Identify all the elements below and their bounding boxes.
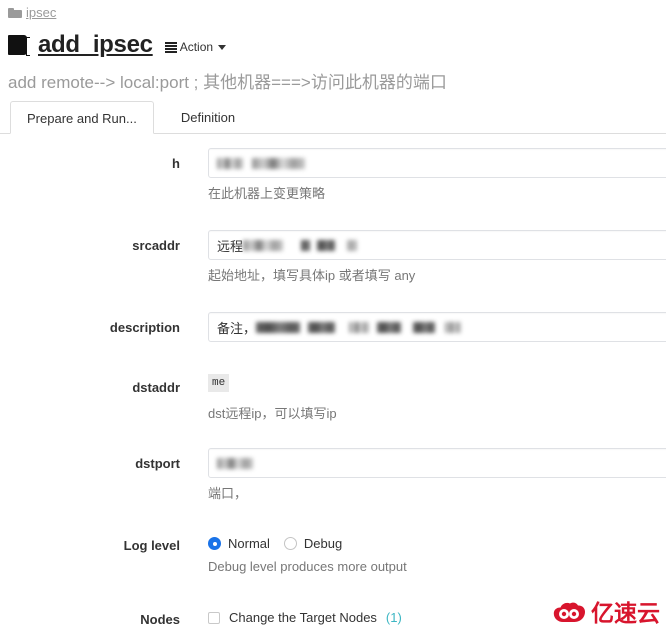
form-row-srcaddr: srcaddr 远程 起始地址，填写具体ip 或者填写 any xyxy=(0,230,666,284)
field-value-description: 备注， xyxy=(217,320,257,336)
radio-indicator-debug[interactable] xyxy=(283,537,297,550)
form-row-dstport: dstport 端口， xyxy=(0,448,666,502)
field-help-srcaddr: 起始地址，填写具体ip 或者填写 any xyxy=(208,268,416,283)
field-input-h[interactable] xyxy=(208,148,666,178)
book-icon xyxy=(8,34,30,56)
field-input-dstport[interactable] xyxy=(208,448,666,478)
chevron-down-icon xyxy=(218,44,227,50)
tab-bar: Prepare and Run... Definition xyxy=(0,101,666,134)
radio-indicator-normal[interactable] xyxy=(208,537,221,550)
action-menu-button[interactable]: Action xyxy=(164,40,227,54)
field-input-description[interactable]: 备注， xyxy=(208,312,666,342)
tab-prepare-and-run[interactable]: Prepare and Run... xyxy=(10,101,154,134)
tab-definition[interactable]: Definition xyxy=(164,100,252,133)
field-label-log-level: Log level xyxy=(123,538,180,553)
field-help-dstport: 端口， xyxy=(208,486,248,501)
field-label-dstport: dstport xyxy=(135,456,180,471)
field-label-srcaddr: srcaddr xyxy=(132,238,180,253)
cloud-logo-icon xyxy=(553,601,587,625)
field-label-nodes: Nodes xyxy=(140,612,180,627)
page-title: add_ipsec xyxy=(38,31,153,58)
field-help-log-level: Debug level produces more output xyxy=(208,559,407,574)
field-help-h: 在此机器上变更策略 xyxy=(208,186,326,201)
target-nodes-count[interactable]: (1) xyxy=(386,610,402,625)
field-label-dstaddr: dstaddr xyxy=(132,380,180,395)
field-value-dstaddr: me xyxy=(208,374,230,392)
field-label-h: h xyxy=(172,156,180,171)
list-icon xyxy=(164,41,177,53)
radio-option-debug[interactable]: Debug xyxy=(283,536,343,551)
field-value-srcaddr: 远程 xyxy=(217,238,244,254)
breadcrumb-link-ipsec[interactable]: ipsec xyxy=(26,6,56,20)
form-row-dstaddr: dstaddr me dst远程ip，可以填写ip xyxy=(0,372,666,422)
radio-label-debug: Debug xyxy=(303,536,343,551)
watermark-text: 亿速云 xyxy=(591,600,660,626)
field-label-description: description xyxy=(109,320,180,335)
breadcrumb: ipsec xyxy=(8,6,56,20)
watermark-logo: 亿速云 xyxy=(553,601,660,625)
form-row-description: description 备注， xyxy=(0,312,666,342)
form-row-h: h 在此机器上变更策略 xyxy=(0,148,666,202)
page-header: add_ipsec Action xyxy=(8,31,227,58)
checkbox-label-change-target-nodes: Change the Target Nodes xyxy=(229,610,377,625)
folder-icon xyxy=(8,7,22,19)
form-row-log-level: Log level Normal Debug Debug level produ… xyxy=(0,530,666,575)
field-help-dstaddr: dst远程ip，可以填写ip xyxy=(208,406,337,421)
page-description: add remote--> local:port ; 其他机器===>访问此机器… xyxy=(8,73,447,92)
field-input-srcaddr[interactable]: 远程 xyxy=(208,230,666,260)
action-menu-label: Action xyxy=(179,40,214,54)
log-level-radio-group: Normal Debug xyxy=(208,530,666,551)
checkbox-indicator-change-target-nodes[interactable] xyxy=(208,611,220,624)
radio-option-normal[interactable]: Normal xyxy=(208,536,270,551)
radio-label-normal: Normal xyxy=(228,536,270,551)
